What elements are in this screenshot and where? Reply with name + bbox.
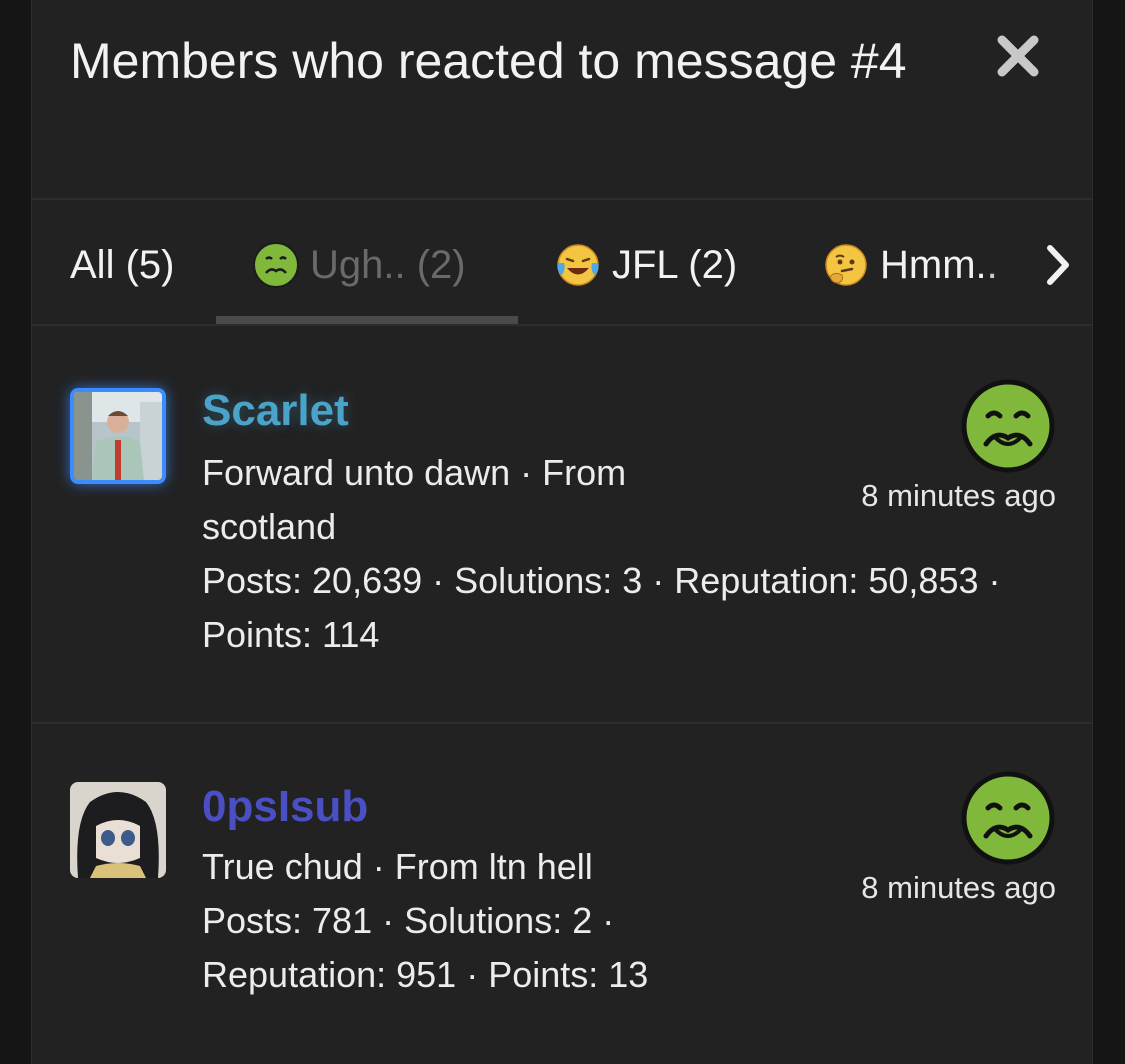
member-row: 0psIsub True chud · From ltn hell Posts:…	[32, 724, 1092, 1064]
dialog-header: Members who reacted to message #4	[32, 0, 1092, 200]
tab-hmm-label: Hmm..	[880, 242, 998, 287]
nauseated-face-icon	[961, 771, 1055, 865]
member-info: True chud · From ltn hell Posts: 781 · S…	[202, 840, 722, 1002]
tab-all[interactable]: All (5)	[70, 238, 174, 292]
member-username[interactable]: 0psIsub	[202, 782, 368, 832]
nauseated-face-icon	[961, 379, 1055, 473]
close-icon	[997, 35, 1039, 77]
reaction-time: 8 minutes ago	[861, 870, 1056, 905]
member-title: True chud · From ltn hell	[202, 846, 593, 887]
member-title: Forward unto dawn · From scotland	[202, 452, 627, 547]
tabs-fade	[982, 230, 1038, 300]
avatar-image	[70, 782, 166, 878]
nauseated-face-icon	[253, 242, 299, 288]
member-stats: Posts: 781 · Solutions: 2 · Reputation: …	[202, 900, 649, 995]
close-button[interactable]	[992, 30, 1044, 82]
tears-of-joy-face-icon	[557, 244, 599, 286]
active-tab-indicator	[216, 316, 518, 324]
thinking-face-icon	[825, 244, 867, 286]
dialog-title: Members who reacted to message #4	[70, 33, 907, 89]
tab-ugh-label: Ugh.. (2)	[310, 242, 466, 287]
chevron-right-icon	[1047, 245, 1069, 285]
reaction-time: 8 minutes ago	[861, 478, 1056, 513]
reaction-tabs: All (5) Ugh.. (2) JFL (2) Hmm..	[32, 200, 1092, 326]
avatar[interactable]	[70, 782, 166, 878]
tab-ugh[interactable]: Ugh.. (2)	[252, 238, 466, 292]
avatar-image	[74, 392, 162, 480]
member-username[interactable]: Scarlet	[202, 386, 349, 436]
reactions-dialog: Members who reacted to message #4 All (5…	[31, 0, 1093, 1064]
avatar[interactable]	[70, 388, 166, 484]
member-row: Scarlet Forward unto dawn · From scotlan…	[32, 326, 1092, 724]
member-stats: Posts: 20,639 · Solutions: 3 · Reputatio…	[202, 560, 1001, 655]
tabs-scroll-right-button[interactable]	[1038, 238, 1078, 292]
tab-jfl[interactable]: JFL (2)	[554, 238, 737, 292]
tab-jfl-label: JFL (2)	[612, 242, 738, 287]
tab-all-label: All (5)	[70, 242, 175, 287]
tab-hmm[interactable]: Hmm..	[822, 238, 998, 292]
